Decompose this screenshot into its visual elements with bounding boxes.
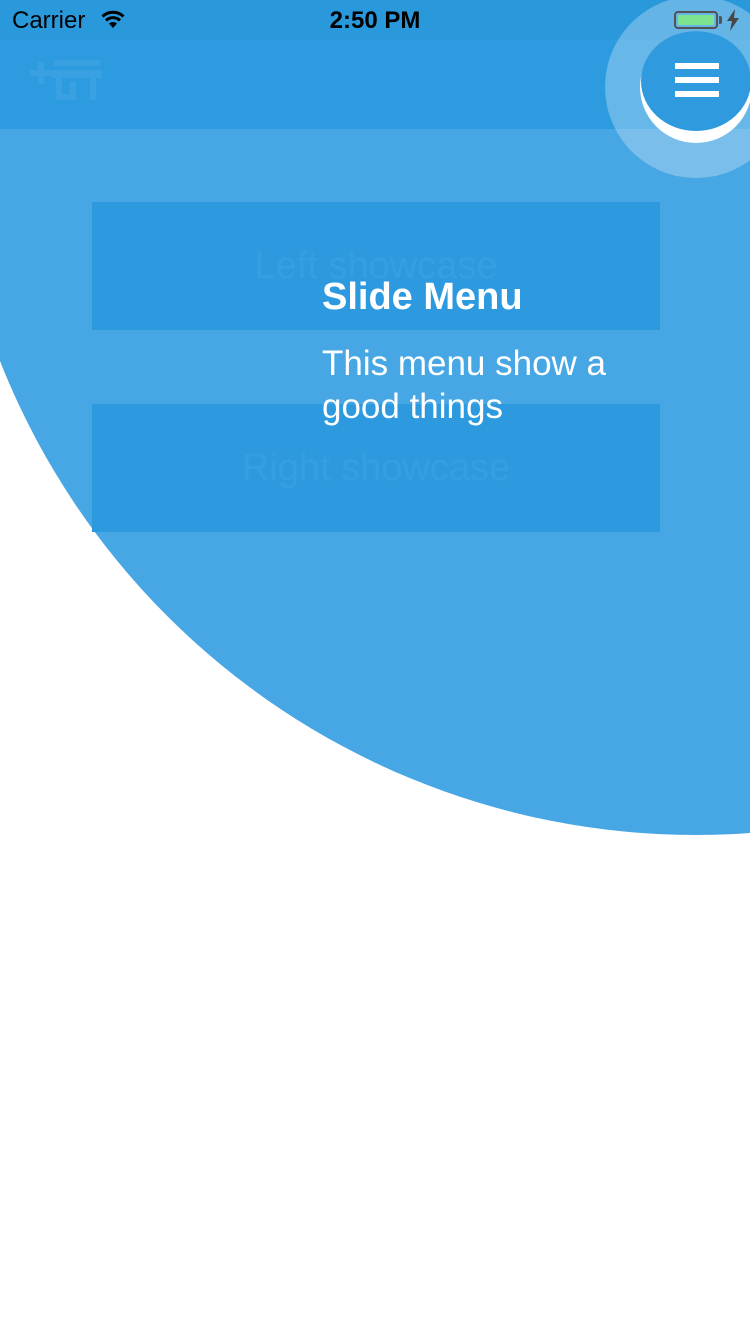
right-showcase-label: Right showcase [241, 447, 511, 489]
add-shop-icon[interactable] [30, 56, 102, 106]
hamburger-menu-icon [675, 63, 719, 105]
menu-button[interactable] [641, 31, 750, 131]
tooltip-title: Slide Menu [322, 276, 523, 318]
tooltip-description: This menu show a good things [322, 344, 607, 426]
